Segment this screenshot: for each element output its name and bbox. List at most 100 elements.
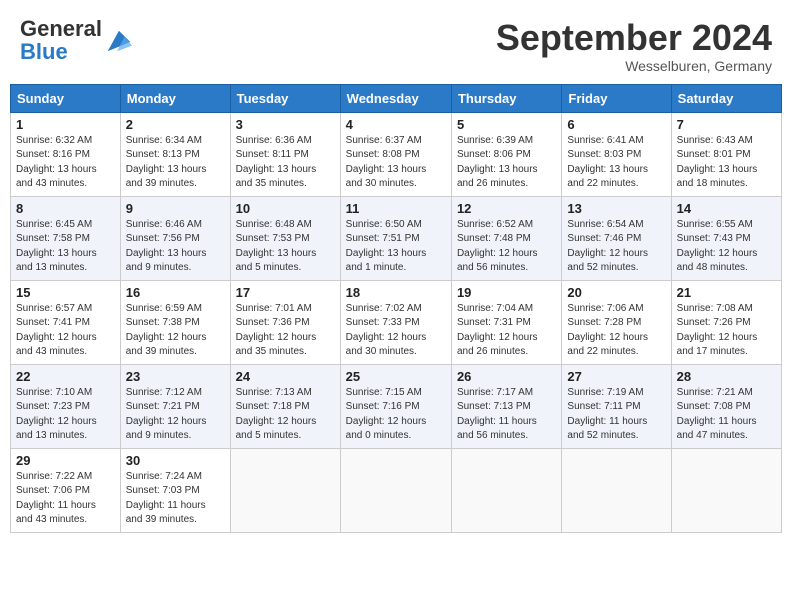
day-number: 9 xyxy=(126,201,225,216)
day-info: Sunrise: 6:55 AM Sunset: 7:43 PM Dayligh… xyxy=(677,218,776,276)
calendar-header-wednesday: Wednesday xyxy=(340,84,451,112)
calendar-cell: 14Sunrise: 6:55 AM Sunset: 7:43 PM Dayli… xyxy=(671,196,781,280)
day-number: 26 xyxy=(457,369,556,384)
calendar-cell: 8 Sunrise: 6:45 AM Sunset: 7:58 PM Daylig… xyxy=(11,196,121,280)
calendar-cell: 25 Sunrise: 7:15 AM Sunset: 7:16 PM Dayli… xyxy=(340,364,451,448)
month-title: September 2024 xyxy=(496,18,772,58)
calendar-cell: 19Sunrise: 7:04 AM Sunset: 7:31 PM Dayli… xyxy=(451,280,561,364)
day-number: 7 xyxy=(677,117,776,132)
day-info: Sunrise: 6:45 AM Sunset: 7:58 PM Dayligh… xyxy=(16,218,115,276)
calendar-cell xyxy=(451,448,561,532)
day-number: 23 xyxy=(126,369,225,384)
calendar-cell: 28 Sunrise: 7:21 AM Sunset: 7:08 PM Dayli… xyxy=(671,364,781,448)
calendar-cell: 30 Sunrise: 7:24 AM Sunset: 7:03 PM Dayli… xyxy=(120,448,230,532)
calendar-header-saturday: Saturday xyxy=(671,84,781,112)
calendar-week-5: 29 Sunrise: 7:22 AM Sunset: 7:06 PM Dayli… xyxy=(11,448,782,532)
calendar-table: SundayMondayTuesdayWednesdayThursdayFrid… xyxy=(10,84,782,533)
day-number: 16 xyxy=(126,285,225,300)
logo-text-blue: Blue xyxy=(20,39,68,64)
day-info: Sunrise: 6:59 AM Sunset: 7:38 PM Dayligh… xyxy=(126,302,225,360)
day-number: 18 xyxy=(346,285,446,300)
calendar-cell xyxy=(230,448,340,532)
calendar-week-2: 8 Sunrise: 6:45 AM Sunset: 7:58 PM Daylig… xyxy=(11,196,782,280)
day-info: Sunrise: 6:48 AM Sunset: 7:53 PM Dayligh… xyxy=(236,218,335,276)
day-number: 29 xyxy=(16,453,115,468)
calendar-cell: 17 Sunrise: 7:01 AM Sunset: 7:36 PM Dayli… xyxy=(230,280,340,364)
day-info: Sunrise: 7:08 AM Sunset: 7:26 PM Dayligh… xyxy=(677,302,776,360)
day-number: 3 xyxy=(236,117,335,132)
calendar-cell: 3 Sunrise: 6:36 AM Sunset: 8:11 PM Daylig… xyxy=(230,112,340,196)
calendar-cell: 10Sunrise: 6:48 AM Sunset: 7:53 PM Dayli… xyxy=(230,196,340,280)
day-info: Sunrise: 6:54 AM Sunset: 7:46 PM Dayligh… xyxy=(567,218,665,276)
day-number: 28 xyxy=(677,369,776,384)
day-number: 21 xyxy=(677,285,776,300)
day-info: Sunrise: 6:39 AM Sunset: 8:06 PM Dayligh… xyxy=(457,134,556,192)
calendar-cell: 9 Sunrise: 6:46 AM Sunset: 7:56 PM Daylig… xyxy=(120,196,230,280)
calendar-cell: 4 Sunrise: 6:37 AM Sunset: 8:08 PM Daylig… xyxy=(340,112,451,196)
day-number: 30 xyxy=(126,453,225,468)
day-info: Sunrise: 7:15 AM Sunset: 7:16 PM Dayligh… xyxy=(346,386,446,444)
title-block: September 2024 Wesselburen, Germany xyxy=(496,18,772,74)
calendar-week-1: 1Sunrise: 6:32 AM Sunset: 8:16 PM Daylig… xyxy=(11,112,782,196)
day-info: Sunrise: 6:50 AM Sunset: 7:51 PM Dayligh… xyxy=(346,218,446,276)
day-info: Sunrise: 7:01 AM Sunset: 7:36 PM Dayligh… xyxy=(236,302,335,360)
day-info: Sunrise: 7:21 AM Sunset: 7:08 PM Dayligh… xyxy=(677,386,776,444)
calendar-cell: 27Sunrise: 7:19 AM Sunset: 7:11 PM Dayli… xyxy=(562,364,671,448)
calendar-week-4: 22 Sunrise: 7:10 AM Sunset: 7:23 PM Dayli… xyxy=(11,364,782,448)
day-info: Sunrise: 7:12 AM Sunset: 7:21 PM Dayligh… xyxy=(126,386,225,444)
day-info: Sunrise: 7:13 AM Sunset: 7:18 PM Dayligh… xyxy=(236,386,335,444)
calendar-cell xyxy=(671,448,781,532)
day-number: 25 xyxy=(346,369,446,384)
day-info: Sunrise: 6:34 AM Sunset: 8:13 PM Dayligh… xyxy=(126,134,225,192)
calendar-cell xyxy=(340,448,451,532)
calendar-cell: 1Sunrise: 6:32 AM Sunset: 8:16 PM Daylig… xyxy=(11,112,121,196)
day-info: Sunrise: 6:41 AM Sunset: 8:03 PM Dayligh… xyxy=(567,134,665,192)
day-number: 1 xyxy=(16,117,115,132)
day-info: Sunrise: 7:17 AM Sunset: 7:13 PM Dayligh… xyxy=(457,386,556,444)
calendar-cell: 29 Sunrise: 7:22 AM Sunset: 7:06 PM Dayli… xyxy=(11,448,121,532)
day-info: Sunrise: 6:46 AM Sunset: 7:56 PM Dayligh… xyxy=(126,218,225,276)
day-info: Sunrise: 7:10 AM Sunset: 7:23 PM Dayligh… xyxy=(16,386,115,444)
location: Wesselburen, Germany xyxy=(496,58,772,74)
day-info: Sunrise: 7:24 AM Sunset: 7:03 PM Dayligh… xyxy=(126,470,225,528)
day-info: Sunrise: 6:43 AM Sunset: 8:01 PM Dayligh… xyxy=(677,134,776,192)
calendar-cell: 23 Sunrise: 7:12 AM Sunset: 7:21 PM Dayli… xyxy=(120,364,230,448)
calendar-cell: 18Sunrise: 7:02 AM Sunset: 7:33 PM Dayli… xyxy=(340,280,451,364)
day-number: 4 xyxy=(346,117,446,132)
day-number: 5 xyxy=(457,117,556,132)
logo: General Blue xyxy=(20,18,132,64)
calendar-cell: 22 Sunrise: 7:10 AM Sunset: 7:23 PM Dayli… xyxy=(11,364,121,448)
calendar-cell: 7 Sunrise: 6:43 AM Sunset: 8:01 PM Daylig… xyxy=(671,112,781,196)
day-number: 27 xyxy=(567,369,665,384)
day-number: 6 xyxy=(567,117,665,132)
calendar-cell: 6 Sunrise: 6:41 AM Sunset: 8:03 PM Daylig… xyxy=(562,112,671,196)
day-info: Sunrise: 7:22 AM Sunset: 7:06 PM Dayligh… xyxy=(16,470,115,528)
day-number: 24 xyxy=(236,369,335,384)
calendar-cell: 16 Sunrise: 6:59 AM Sunset: 7:38 PM Dayli… xyxy=(120,280,230,364)
day-info: Sunrise: 6:37 AM Sunset: 8:08 PM Dayligh… xyxy=(346,134,446,192)
day-number: 2 xyxy=(126,117,225,132)
calendar-cell xyxy=(562,448,671,532)
day-info: Sunrise: 6:36 AM Sunset: 8:11 PM Dayligh… xyxy=(236,134,335,192)
day-info: Sunrise: 7:06 AM Sunset: 7:28 PM Dayligh… xyxy=(567,302,665,360)
day-number: 8 xyxy=(16,201,115,216)
calendar-header-thursday: Thursday xyxy=(451,84,561,112)
calendar-cell: 5 Sunrise: 6:39 AM Sunset: 8:06 PM Daylig… xyxy=(451,112,561,196)
calendar-cell: 26 Sunrise: 7:17 AM Sunset: 7:13 PM Dayli… xyxy=(451,364,561,448)
day-info: Sunrise: 6:57 AM Sunset: 7:41 PM Dayligh… xyxy=(16,302,115,360)
calendar-cell: 21 Sunrise: 7:08 AM Sunset: 7:26 PM Dayli… xyxy=(671,280,781,364)
calendar-header-tuesday: Tuesday xyxy=(230,84,340,112)
day-number: 22 xyxy=(16,369,115,384)
calendar-header-monday: Monday xyxy=(120,84,230,112)
calendar-cell: 13 Sunrise: 6:54 AM Sunset: 7:46 PM Dayli… xyxy=(562,196,671,280)
calendar-header-sunday: Sunday xyxy=(11,84,121,112)
day-number: 17 xyxy=(236,285,335,300)
calendar-header-row: SundayMondayTuesdayWednesdayThursdayFrid… xyxy=(11,84,782,112)
day-number: 13 xyxy=(567,201,665,216)
calendar-week-3: 15Sunrise: 6:57 AM Sunset: 7:41 PM Dayli… xyxy=(11,280,782,364)
page-header: General Blue September 2024 Wesselburen,… xyxy=(10,10,782,78)
calendar-cell: 15Sunrise: 6:57 AM Sunset: 7:41 PM Dayli… xyxy=(11,280,121,364)
calendar-cell: 11Sunrise: 6:50 AM Sunset: 7:51 PM Dayli… xyxy=(340,196,451,280)
day-number: 12 xyxy=(457,201,556,216)
calendar-cell: 12Sunrise: 6:52 AM Sunset: 7:48 PM Dayli… xyxy=(451,196,561,280)
